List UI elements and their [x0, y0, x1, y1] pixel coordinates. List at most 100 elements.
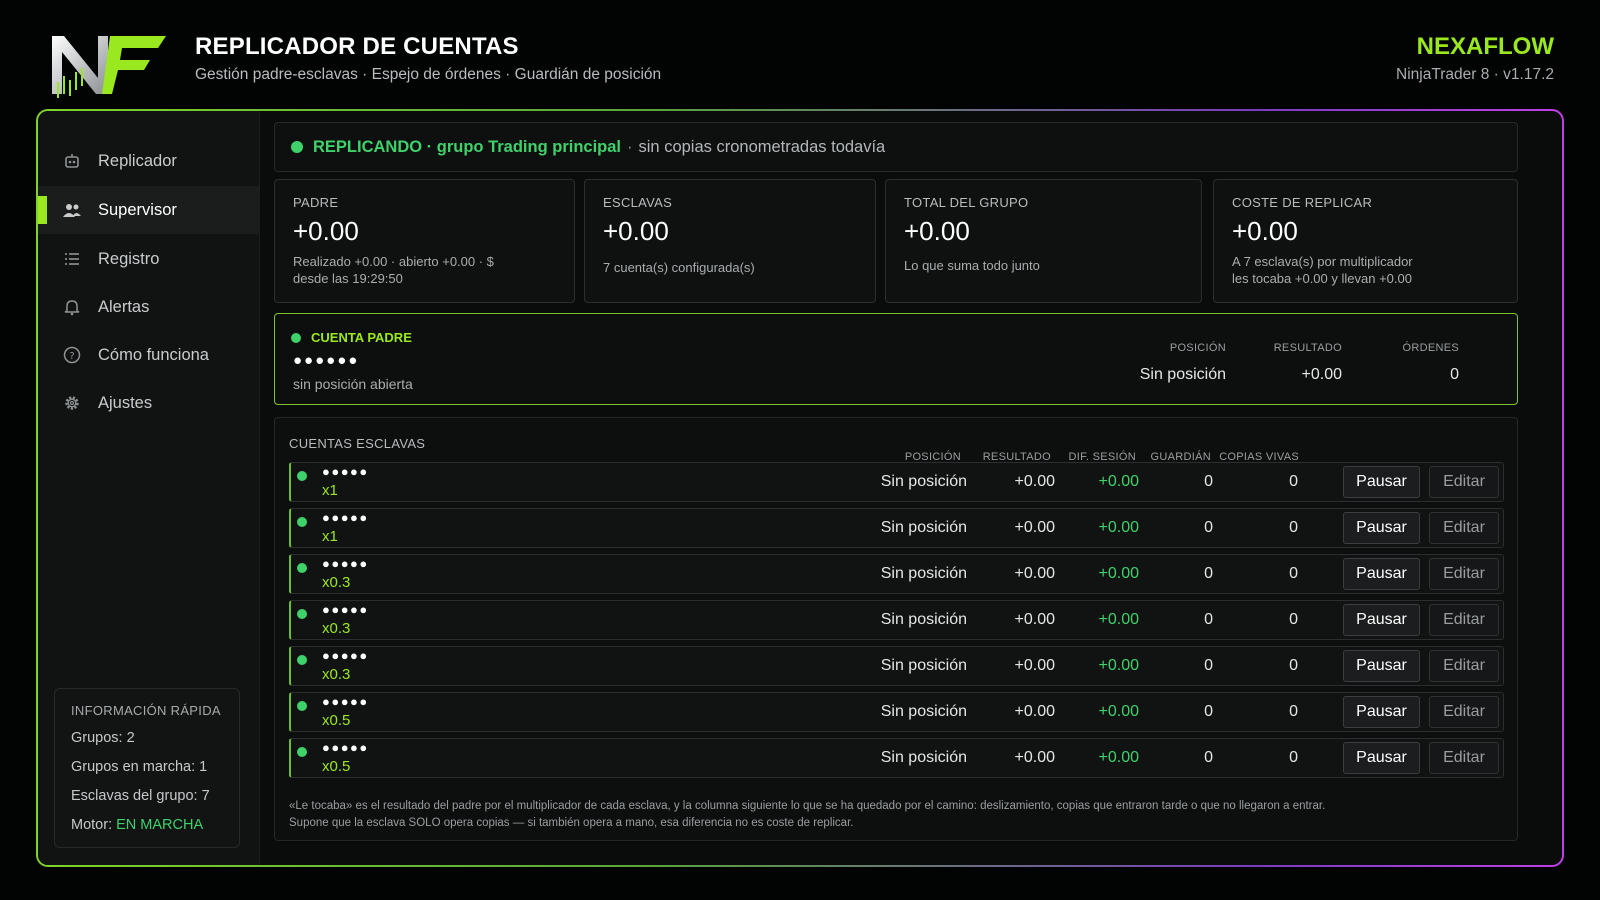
slave-position: Sin posición	[880, 749, 967, 766]
app-subtitle: Gestión padre-esclavas · Espejo de órden…	[195, 66, 662, 83]
slave-guardian: 0	[1204, 519, 1213, 536]
slave-row: ●●●●● x0.5 Sin posición +0.00 +0.00 0 0 Pausar E…	[289, 692, 1504, 732]
card-title: TOTAL DEL GRUPO	[904, 195, 1029, 210]
sidebar-item-ajustes[interactable]: Ajustes	[38, 379, 260, 427]
slave-multiplier: x0.5	[322, 758, 351, 775]
edit-button[interactable]: Editar	[1429, 558, 1499, 590]
card-note: Realizado +0.00 · abierto +0.00 · $ desde…	[293, 254, 494, 286]
version-label: NinjaTrader 8 · v1.17.2	[1396, 66, 1554, 83]
edit-button[interactable]: Editar	[1429, 742, 1499, 774]
help-circle-icon: ?	[62, 345, 82, 365]
slave-row: ●●●●● x0.3 Sin posición +0.00 +0.00 0 0 Pausar E…	[289, 600, 1504, 640]
status-dot	[291, 332, 301, 343]
slave-live-copies: 0	[1289, 519, 1298, 536]
slave-position: Sin posición	[880, 611, 967, 628]
slave-result: +0.00	[1014, 519, 1055, 536]
status-main: REPLICANDO · grupo Trading principal	[313, 137, 622, 156]
edit-button[interactable]: Editar	[1429, 512, 1499, 544]
pause-button[interactable]: Pausar	[1343, 466, 1420, 498]
slave-guardian: 0	[1204, 473, 1213, 490]
quick-info-panel: INFORMACIÓN RÁPIDA Grupos: 2 Grupos en m…	[54, 688, 240, 848]
pause-button[interactable]: Pausar	[1343, 742, 1420, 774]
pause-button[interactable]: Pausar	[1343, 604, 1420, 636]
slave-position: Sin posición	[880, 703, 967, 720]
footnote: «Le tocaba» es el resultado del padre po…	[289, 798, 1325, 832]
card-coste-replicar: COSTE DE REPLICAR +0.00 A 7 esclava(s) p…	[1213, 179, 1518, 303]
card-title: ESCLAVAS	[603, 195, 673, 210]
slave-guardian: 0	[1204, 565, 1213, 582]
sidebar: Replicador Supervisor Registro Alertas ?…	[38, 111, 260, 865]
edit-button[interactable]: Editar	[1429, 696, 1499, 728]
robot-icon	[62, 151, 82, 171]
slave-row: ●●●●● x1 Sin posición +0.00 +0.00 0 0 Pausar Edi…	[289, 462, 1504, 502]
slave-row: ●●●●● x0.5 Sin posición +0.00 +0.00 0 0 Pausar E…	[289, 738, 1504, 778]
status-dot	[297, 701, 307, 711]
slave-session-diff: +0.00	[1098, 703, 1139, 720]
brand-name: NEXAFLOW	[1416, 33, 1554, 60]
slave-multiplier: x0.3	[322, 620, 351, 637]
main-content: REPLICANDO · grupo Trading principal · s…	[260, 111, 1562, 865]
svg-text:?: ?	[69, 351, 74, 362]
sidebar-item-label: Ajustes	[98, 393, 153, 412]
pause-button[interactable]: Pausar	[1343, 696, 1420, 728]
parent-header-result: RESULTADO	[1273, 342, 1342, 354]
slave-result: +0.00	[1014, 657, 1055, 674]
card-esclavas: ESCLAVAS +0.00 7 cuenta(s) configurada(s…	[584, 179, 876, 303]
sidebar-item-replicador[interactable]: Replicador	[38, 137, 260, 185]
card-value: +0.00	[293, 216, 359, 246]
slave-row: ●●●●● x1 Sin posición +0.00 +0.00 0 0 Pausar Edi…	[289, 508, 1504, 548]
status-dot	[297, 471, 307, 481]
slave-live-copies: 0	[1289, 749, 1298, 766]
pause-button[interactable]: Pausar	[1343, 558, 1420, 590]
sidebar-item-label: Alertas	[98, 297, 150, 316]
card-title: COSTE DE REPLICAR	[1232, 195, 1373, 210]
bell-icon	[62, 297, 82, 317]
slave-multiplier: x1	[322, 482, 338, 499]
slave-position: Sin posición	[880, 657, 967, 674]
edit-button[interactable]: Editar	[1429, 650, 1499, 682]
sidebar-item-label: Registro	[98, 249, 160, 268]
slave-multiplier: x1	[322, 528, 338, 545]
status-separator: ·	[627, 137, 633, 156]
status-dot	[297, 517, 307, 527]
sidebar-item-como-funciona[interactable]: ? Cómo funciona	[38, 331, 260, 379]
slave-result: +0.00	[1014, 749, 1055, 766]
edit-button[interactable]: Editar	[1429, 466, 1499, 498]
parent-header-orders: ÓRDENES	[1402, 342, 1459, 354]
slave-session-diff: +0.00	[1098, 611, 1139, 628]
sidebar-item-registro[interactable]: Registro	[38, 235, 260, 283]
slave-guardian: 0	[1204, 749, 1213, 766]
pause-button[interactable]: Pausar	[1343, 512, 1420, 544]
pause-button[interactable]: Pausar	[1343, 650, 1420, 682]
quick-info-groups: Grupos: 2	[71, 730, 135, 746]
slave-account-masked: ●●●●●	[322, 694, 369, 709]
slave-session-diff: +0.00	[1098, 749, 1139, 766]
engine-label: Motor:	[71, 817, 113, 833]
footnote-line-2: Supone que la esclava SOLO opera copias …	[289, 817, 854, 829]
quick-info-title: INFORMACIÓN RÁPIDA	[71, 703, 221, 718]
slave-live-copies: 0	[1289, 611, 1298, 628]
parent-header-position: POSICIÓN	[1169, 342, 1226, 354]
sidebar-item-supervisor[interactable]: Supervisor	[38, 186, 260, 234]
edit-button[interactable]: Editar	[1429, 604, 1499, 636]
slave-account-masked: ●●●●●	[322, 556, 369, 571]
sidebar-item-alertas[interactable]: Alertas	[38, 283, 260, 331]
slave-row: ●●●●● x0.3 Sin posición +0.00 +0.00 0 0 Pausar E…	[289, 554, 1504, 594]
status-dot	[297, 609, 307, 619]
slave-account-masked: ●●●●●	[322, 464, 369, 479]
card-note: Lo que suma todo junto	[904, 258, 1040, 273]
status-dot	[297, 747, 307, 757]
quick-info-slaves: Esclavas del grupo: 7	[71, 788, 210, 804]
slave-guardian: 0	[1204, 703, 1213, 720]
slave-account-masked: ●●●●●	[322, 602, 369, 617]
slave-multiplier: x0.3	[322, 666, 351, 683]
card-padre: PADRE +0.00 Realizado +0.00 · abierto +0…	[274, 179, 575, 303]
sidebar-item-label: Supervisor	[98, 200, 177, 219]
sidebar-item-label: Replicador	[98, 151, 177, 170]
card-title: PADRE	[293, 195, 339, 210]
slave-result: +0.00	[1014, 565, 1055, 582]
nexaflow-logo	[50, 32, 170, 100]
slave-result: +0.00	[1014, 703, 1055, 720]
parent-account-masked: ●●●●●●	[293, 352, 360, 369]
slave-multiplier: x0.3	[322, 574, 351, 591]
